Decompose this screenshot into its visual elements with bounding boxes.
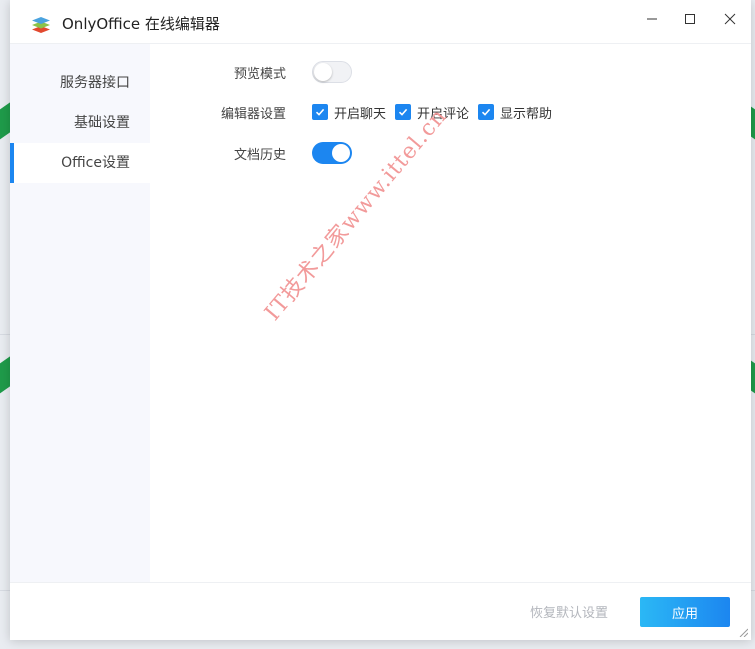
- doc-history-row: 文档历史: [150, 139, 352, 167]
- preview-mode-toggle[interactable]: [312, 61, 352, 83]
- minimize-icon: [647, 18, 657, 20]
- toggle-knob: [314, 63, 332, 81]
- toggle-knob: [332, 144, 350, 162]
- sidebar-item-server-api[interactable]: 服务器接口: [10, 63, 150, 103]
- window-title: OnlyOffice 在线编辑器: [62, 15, 220, 33]
- background-divider: [0, 590, 10, 591]
- editor-settings-label: 编辑器设置: [220, 106, 286, 122]
- background-divider: [751, 590, 755, 591]
- checkbox-box: [395, 104, 412, 120]
- onlyoffice-logo-icon: [32, 17, 50, 33]
- show-help-checkbox[interactable]: 显示帮助: [478, 103, 552, 122]
- checkmark-icon: [481, 108, 491, 116]
- dialog-footer: 恢复默认设置 应用: [10, 582, 751, 640]
- preview-mode-row: 预览模式: [150, 58, 352, 86]
- maximize-button[interactable]: [676, 8, 704, 30]
- minimize-button[interactable]: [638, 8, 666, 30]
- sidebar-item-label: 基础设置: [74, 115, 130, 131]
- settings-panel: 预览模式 编辑器设置 开启聊天 开启评论 显示帮助 文档历史: [150, 44, 751, 582]
- editor-settings-row: 编辑器设置 开启聊天 开启评论 显示帮助: [150, 98, 561, 126]
- checkmark-icon: [398, 108, 408, 116]
- checkbox-label: 开启聊天: [334, 106, 387, 122]
- sidebar-item-basic-settings[interactable]: 基础设置: [10, 103, 150, 143]
- background-divider: [0, 334, 10, 335]
- editor-settings-window: OnlyOffice 在线编辑器 服务器接口 基础设置 Office设置 预览模…: [10, 0, 751, 640]
- apply-button[interactable]: 应用: [640, 597, 730, 627]
- resize-grip-icon[interactable]: [738, 627, 748, 637]
- doc-history-label: 文档历史: [233, 147, 286, 163]
- sidebar-item-label: Office设置: [61, 155, 130, 171]
- background-divider: [751, 334, 755, 335]
- maximize-icon: [685, 14, 695, 24]
- restore-defaults-button[interactable]: 恢复默认设置: [530, 602, 608, 621]
- background-badge: [0, 356, 10, 398]
- enable-chat-checkbox[interactable]: 开启聊天: [312, 103, 386, 122]
- close-icon: [724, 13, 736, 25]
- close-button[interactable]: [716, 8, 744, 30]
- doc-history-toggle[interactable]: [312, 142, 352, 164]
- checkbox-box: [312, 104, 328, 120]
- checkbox-box: [478, 104, 495, 120]
- settings-sidebar: 服务器接口 基础设置 Office设置: [10, 44, 150, 582]
- background-badge: [0, 102, 10, 144]
- checkbox-label: 显示帮助: [500, 106, 553, 122]
- sidebar-item-office-settings[interactable]: Office设置: [10, 143, 150, 183]
- sidebar-item-label: 服务器接口: [60, 75, 130, 91]
- title-bar[interactable]: OnlyOffice 在线编辑器: [10, 0, 751, 44]
- preview-mode-label: 预览模式: [233, 66, 286, 82]
- checkmark-icon: [315, 108, 325, 116]
